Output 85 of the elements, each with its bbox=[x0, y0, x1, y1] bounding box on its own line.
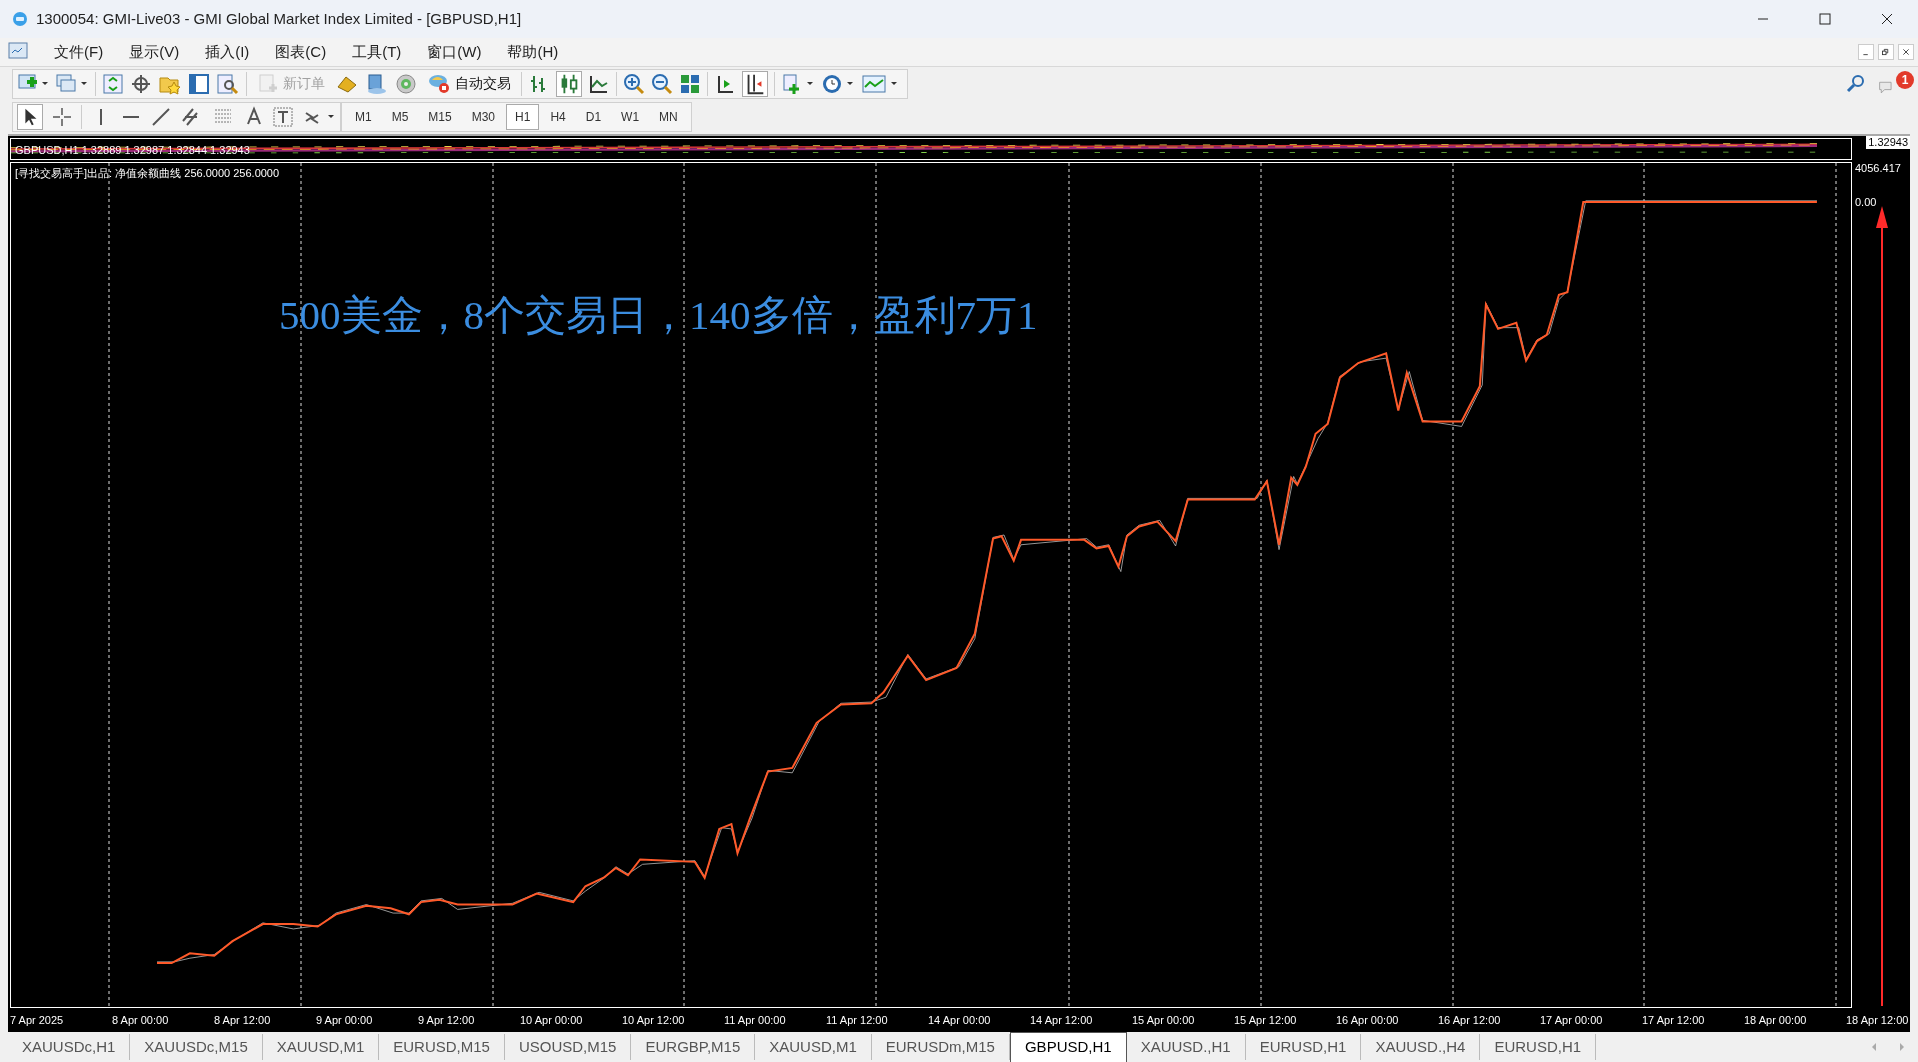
tile-windows-icon[interactable] bbox=[679, 72, 701, 95]
window-title: 1300054: GMI-Live03 - GMI Global Market Index Limited - [GBPUSD,H1] bbox=[36, 8, 522, 29]
time-axis-label: 16 Apr 00:00 bbox=[1336, 1013, 1399, 1028]
menu-item[interactable]: 帮助(H) bbox=[495, 40, 571, 64]
templates-icon[interactable] bbox=[861, 72, 899, 95]
market-watch-icon[interactable] bbox=[102, 72, 124, 95]
time-axis-label: 15 Apr 12:00 bbox=[1234, 1013, 1297, 1028]
menu-item[interactable]: 插入(I) bbox=[193, 40, 262, 64]
zoom-in-icon[interactable] bbox=[623, 72, 645, 95]
menu-item[interactable]: 文件(F) bbox=[42, 40, 116, 64]
time-axis-label: 18 Apr 00:00 bbox=[1744, 1013, 1807, 1028]
cursor-icon[interactable] bbox=[17, 104, 43, 130]
chart-annotation: 500美金，8个交易日，140多倍，盈利7万1 bbox=[279, 291, 1038, 340]
menu-item[interactable]: 图表(C) bbox=[263, 40, 339, 64]
new-order-icon bbox=[257, 72, 279, 95]
indicators-icon[interactable] bbox=[781, 72, 815, 95]
up-arrow-icon bbox=[1876, 206, 1888, 1006]
chart-tab[interactable]: GBPUSD,H1 bbox=[1009, 1032, 1127, 1062]
price-axis-label: 4056.417 bbox=[1855, 161, 1901, 176]
time-axis-label: 10 Apr 12:00 bbox=[622, 1013, 685, 1028]
time-axis-label: 9 Apr 00:00 bbox=[316, 1013, 373, 1028]
close-icon[interactable] bbox=[1881, 13, 1893, 25]
menu-item[interactable]: 窗口(W) bbox=[415, 40, 494, 64]
chart-tab[interactable]: USOUSD,M15 bbox=[504, 1034, 632, 1060]
zoom-document-icon[interactable] bbox=[216, 72, 240, 95]
close-button[interactable] bbox=[1898, 44, 1914, 60]
chart-tab[interactable]: EURGBP,M15 bbox=[631, 1034, 756, 1060]
navigator-icon[interactable] bbox=[188, 72, 210, 95]
crosshair-icon[interactable] bbox=[51, 106, 73, 128]
timeframe-button[interactable]: W1 bbox=[612, 104, 649, 130]
timeframe-button[interactable]: M30 bbox=[462, 104, 505, 130]
auto-trading-icon bbox=[427, 72, 451, 95]
maximize-icon[interactable] bbox=[1819, 13, 1831, 25]
chart-tab[interactable]: XAUUSDc,H1 bbox=[8, 1034, 131, 1060]
time-axis-label: 14 Apr 00:00 bbox=[928, 1013, 991, 1028]
auto-trading-button[interactable]: 自动交易 bbox=[423, 70, 515, 97]
app-icon bbox=[12, 11, 28, 27]
chart-tab[interactable]: EURUSD,M15 bbox=[379, 1034, 505, 1060]
clock-icon[interactable] bbox=[821, 72, 855, 95]
text-label-icon[interactable] bbox=[272, 106, 294, 128]
profiles-icon[interactable] bbox=[55, 72, 89, 95]
notification-badge: 1 bbox=[1896, 70, 1914, 89]
price-axis-label: 0.00 bbox=[1855, 195, 1877, 210]
timeframe-button[interactable]: M15 bbox=[419, 104, 461, 130]
chart-tab[interactable]: XAUUSD,M1 bbox=[262, 1034, 380, 1060]
chart-tab[interactable]: XAUUSD,M1 bbox=[755, 1034, 872, 1060]
search-icon[interactable] bbox=[1846, 73, 1866, 94]
menu-item[interactable]: 工具(T) bbox=[340, 40, 414, 64]
zoom-out-icon[interactable] bbox=[651, 72, 673, 95]
time-axis-label: 17 Apr 12:00 bbox=[1642, 1013, 1705, 1028]
current-price-label: 1.32943 bbox=[1866, 136, 1910, 149]
chart-tab[interactable]: XAUUSDc,M15 bbox=[130, 1034, 263, 1060]
time-axis-label: 14 Apr 12:00 bbox=[1030, 1013, 1093, 1028]
time-axis-label: 11 Apr 12:00 bbox=[826, 1013, 888, 1028]
time-axis-label: 9 Apr 12:00 bbox=[418, 1013, 475, 1028]
timeframe-button[interactable]: M5 bbox=[382, 104, 418, 130]
timeframe-button[interactable]: M1 bbox=[346, 104, 381, 130]
timeframe-button[interactable]: H4 bbox=[541, 104, 575, 130]
server-icon[interactable] bbox=[365, 72, 389, 95]
trendline-icon[interactable] bbox=[150, 106, 172, 128]
chart-window-icon[interactable] bbox=[8, 42, 30, 62]
menu-item[interactable]: 显示(V) bbox=[117, 40, 192, 64]
restore-button[interactable] bbox=[1878, 44, 1894, 60]
chart-tab[interactable]: XAUUSD.,H1 bbox=[1126, 1034, 1246, 1060]
chart-tab[interactable]: EURUSD,H1 bbox=[1245, 1034, 1362, 1060]
time-axis-label: 17 Apr 00:00 bbox=[1540, 1013, 1603, 1028]
time-axis-label: 16 Apr 12:00 bbox=[1438, 1013, 1501, 1028]
timeframe-button[interactable]: MN bbox=[650, 104, 687, 130]
auto-scroll-icon[interactable] bbox=[742, 70, 768, 97]
time-axis-label: 10 Apr 00:00 bbox=[520, 1013, 583, 1028]
chart-tab[interactable]: EURUSD,H1 bbox=[1480, 1034, 1597, 1060]
time-axis-label: 18 Apr 12:00 bbox=[1846, 1013, 1909, 1028]
time-axis-label: 15 Apr 00:00 bbox=[1132, 1013, 1195, 1028]
chart-tab[interactable]: XAUUSD.,H4 bbox=[1361, 1034, 1481, 1060]
chart-tab[interactable]: EURUSDm,M15 bbox=[871, 1034, 1010, 1060]
crosshair-icon[interactable] bbox=[130, 72, 152, 95]
candlestick-icon[interactable] bbox=[556, 70, 582, 97]
signal-globe-icon[interactable] bbox=[395, 72, 417, 95]
time-axis-label: 8 Apr 12:00 bbox=[214, 1013, 271, 1028]
time-axis-label: 8 Apr 00:00 bbox=[112, 1013, 169, 1028]
time-axis-label: 7 Apr 2025 bbox=[10, 1013, 64, 1028]
timeframe-button[interactable]: H1 bbox=[506, 104, 540, 130]
indicator-label: [寻找交易高手]出品: 净值余额曲线 256.0000 256.0000 bbox=[15, 166, 280, 181]
timeframe-button[interactable]: D1 bbox=[576, 104, 611, 130]
time-axis-label: 11 Apr 00:00 bbox=[724, 1013, 786, 1028]
